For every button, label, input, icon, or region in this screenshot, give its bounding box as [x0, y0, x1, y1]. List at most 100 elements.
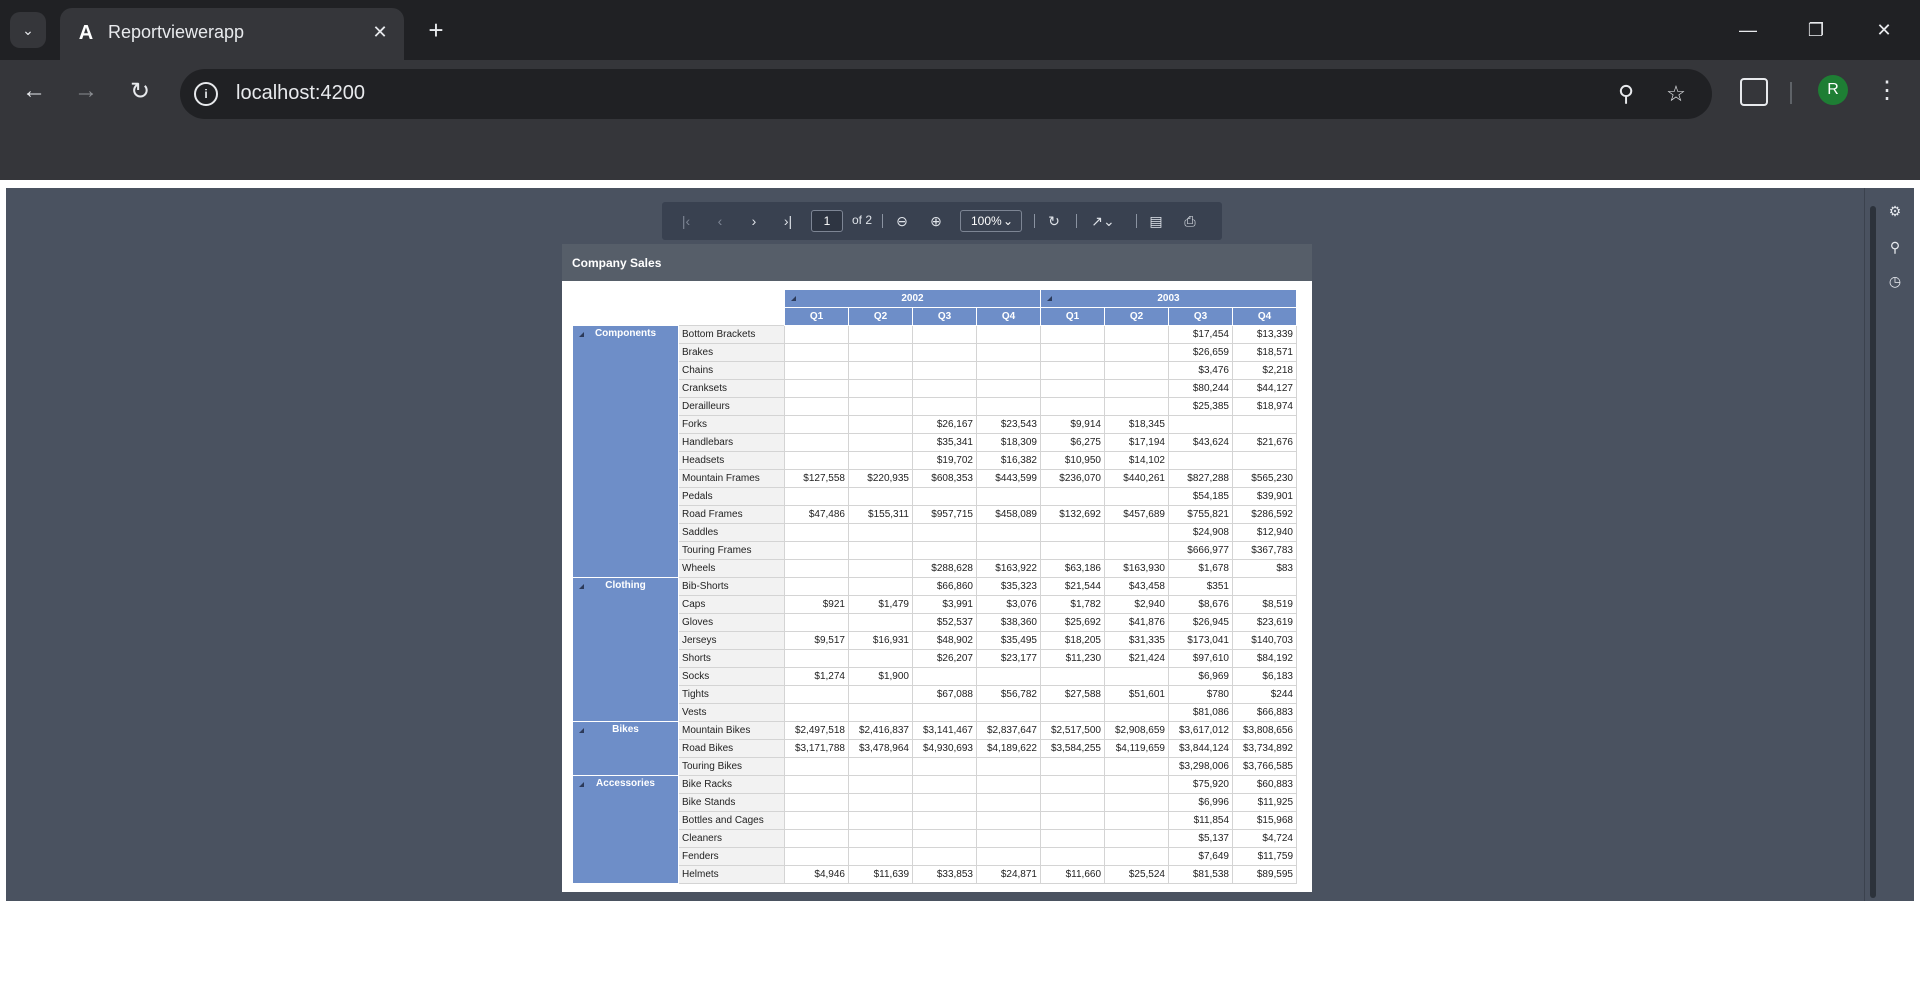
sales-value-cell	[912, 361, 977, 380]
category-header-components[interactable]: Components	[572, 325, 679, 578]
sales-value-cell: $220,935	[848, 469, 913, 488]
zoom-out-icon[interactable]: ⊖	[892, 210, 912, 232]
bookmark-star-icon[interactable]: ☆	[1662, 80, 1690, 108]
product-label: Chains	[678, 361, 785, 380]
sales-value-cell	[1040, 343, 1105, 362]
zoom-in-icon[interactable]: ⊕	[926, 210, 946, 232]
print-layout-icon[interactable]: ▤	[1146, 210, 1166, 232]
table-row: Clothing Bib-Shorts $66,860 $35,323 $21,544 $…	[572, 577, 1297, 722]
collapse-triangle-icon[interactable]	[1047, 296, 1052, 301]
page-count-label: of 2	[852, 213, 873, 227]
sales-value-cell: $35,341	[912, 433, 977, 452]
sales-value-cell: $5,137	[1168, 829, 1233, 848]
sales-value-cell: $63,186	[1040, 559, 1105, 578]
sales-value-cell	[1040, 667, 1105, 686]
new-tab-plus-icon[interactable]: +	[420, 14, 452, 46]
first-page-icon[interactable]: |‹	[676, 210, 696, 232]
sales-value-cell	[1232, 451, 1297, 470]
zoom-select[interactable]: 100% ⌄	[960, 210, 1022, 232]
browser-tab[interactable]: A Reportviewerapp ✕	[60, 8, 404, 60]
pivot-corner	[573, 308, 785, 326]
forward-arrow-icon[interactable]: →	[68, 73, 104, 109]
sales-value-cell	[784, 433, 849, 452]
sales-value-cell: $19,702	[912, 451, 977, 470]
tab-close-icon[interactable]: ✕	[368, 20, 392, 44]
sales-value-cell	[912, 667, 977, 686]
sales-value-cell	[912, 703, 977, 722]
print-icon[interactable]: ⎙	[1180, 210, 1200, 232]
category-header-clothing[interactable]: Clothing	[572, 577, 679, 722]
tab-title: Reportviewerapp	[108, 22, 245, 42]
sales-value-cell	[784, 415, 849, 434]
sales-value-cell: $41,876	[1104, 613, 1169, 632]
year-header-2002[interactable]: 2002	[784, 289, 1041, 308]
minimize-window-icon[interactable]: —	[1726, 12, 1770, 48]
sales-value-cell: $18,205	[1040, 631, 1105, 650]
sales-value-cell: $1,782	[1040, 595, 1105, 614]
table-row: Chains $3,476 $2,218	[573, 361, 1297, 380]
sales-value-cell	[976, 847, 1041, 866]
sales-value-cell: $39,901	[1232, 487, 1297, 506]
category-header-accessories[interactable]: Accessories	[572, 775, 679, 884]
sales-value-cell	[784, 523, 849, 542]
sales-value-cell	[1040, 775, 1105, 794]
viewer-scrollbar[interactable]	[1870, 206, 1876, 898]
previous-page-icon[interactable]: ‹	[710, 210, 730, 232]
page-number-input[interactable]: 1	[811, 210, 843, 232]
sales-value-cell	[848, 703, 913, 722]
sales-value-cell: $25,524	[1104, 865, 1169, 884]
back-arrow-icon[interactable]: ←	[16, 73, 52, 109]
sales-value-cell: $921	[784, 595, 849, 614]
browser-menu-icon[interactable]: ⋮	[1872, 75, 1902, 105]
reload-icon[interactable]: ↻	[122, 73, 158, 109]
table-row: Cleaners $5,137 $4,724	[573, 829, 1297, 848]
sales-value-cell: $755,821	[1168, 505, 1233, 524]
sales-value-cell	[976, 667, 1041, 686]
sales-value-cell: $56,782	[976, 685, 1041, 704]
address-url[interactable]: localhost:4200	[236, 82, 365, 105]
year-header-2003[interactable]: 2003	[1040, 289, 1297, 308]
restore-window-icon[interactable]: ❐	[1794, 12, 1838, 48]
table-row: Socks $1,274 $1,900 $6,969 $6,183	[573, 667, 1297, 686]
sales-value-cell: $17,194	[1104, 433, 1169, 452]
sales-value-cell: $3,808,656	[1232, 721, 1297, 740]
next-page-icon[interactable]: ›	[744, 210, 764, 232]
category-header-bikes[interactable]: Bikes	[572, 721, 679, 776]
zoom-magnifier-icon[interactable]: ⚲	[1612, 80, 1640, 108]
product-label: Jerseys	[678, 631, 785, 650]
collapse-triangle-icon[interactable]	[579, 728, 584, 733]
sales-value-cell: $21,676	[1232, 433, 1297, 452]
collapse-triangle-icon[interactable]	[791, 296, 796, 301]
sales-value-cell: $18,571	[1232, 343, 1297, 362]
collapse-triangle-icon[interactable]	[579, 584, 584, 589]
sales-value-cell: $18,345	[1104, 415, 1169, 434]
search-icon[interactable]: ⚲	[1884, 236, 1906, 258]
sales-value-cell: $24,871	[976, 865, 1041, 884]
sales-value-cell	[1040, 397, 1105, 416]
collapse-triangle-icon[interactable]	[579, 782, 584, 787]
sales-value-cell: $17,454	[1168, 325, 1233, 344]
sales-value-cell	[1040, 523, 1105, 542]
settings-gear-icon[interactable]: ⚙	[1884, 200, 1906, 222]
tab-search-chevron-icon[interactable]: ⌄	[10, 12, 46, 48]
last-page-icon[interactable]: ›|	[778, 210, 798, 232]
sales-value-cell: $458,089	[976, 505, 1041, 524]
address-bar[interactable]: i localhost:4200 ⚲ ☆	[180, 69, 1712, 119]
extensions-puzzle-icon[interactable]	[1740, 78, 1768, 106]
collapse-triangle-icon[interactable]	[579, 332, 584, 337]
close-window-icon[interactable]: ✕	[1862, 12, 1906, 48]
profile-avatar[interactable]: R	[1818, 75, 1848, 105]
sales-value-cell	[784, 811, 849, 830]
site-info-icon[interactable]: i	[194, 82, 218, 106]
export-dropdown-icon[interactable]: ↗⌄	[1088, 210, 1118, 232]
sales-value-cell	[1104, 361, 1169, 380]
refresh-icon[interactable]: ↻	[1044, 210, 1064, 232]
browser-toolbar: ← → ↻ i localhost:4200 ⚲ ☆ R ⋮	[0, 60, 1920, 122]
performance-gauge-icon[interactable]: ◷	[1884, 270, 1906, 292]
product-label: Forks	[678, 415, 785, 434]
sales-value-cell	[1040, 847, 1105, 866]
sales-value-cell: $351	[1168, 577, 1233, 596]
product-label: Bottom Brackets	[678, 325, 785, 344]
sales-value-cell: $25,385	[1168, 397, 1233, 416]
sales-value-cell: $35,323	[976, 577, 1041, 596]
